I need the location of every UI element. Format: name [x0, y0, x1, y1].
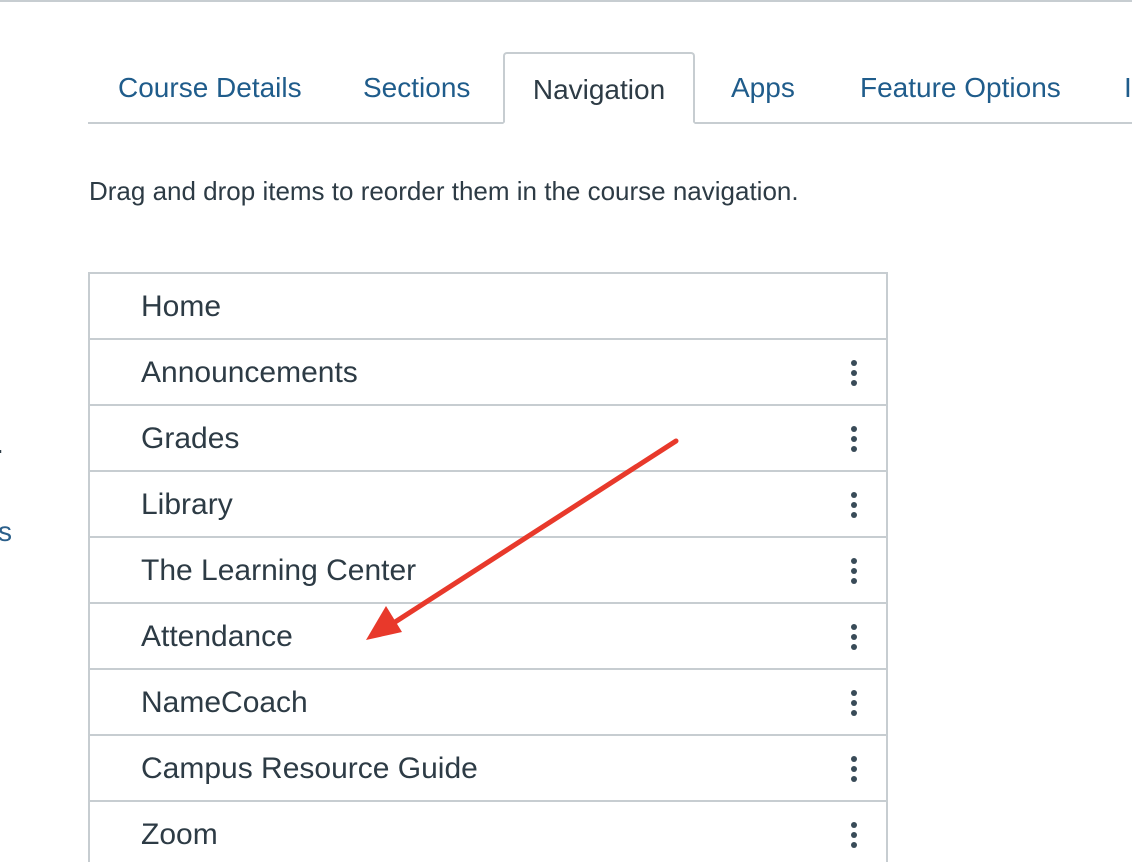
course-settings-page: . s Course Details Sections Navigation A… — [0, 0, 1132, 862]
sidebar-link-fragment[interactable]: s — [0, 518, 12, 546]
kebab-menu-icon[interactable] — [844, 818, 864, 852]
settings-tabs: Course Details Sections Navigation Apps … — [88, 52, 1132, 124]
nav-item-campus-resource-guide[interactable]: Campus Resource Guide — [90, 736, 886, 802]
nav-item-label: The Learning Center — [141, 554, 417, 587]
kebab-menu-icon[interactable] — [844, 554, 864, 588]
kebab-menu-icon[interactable] — [844, 752, 864, 786]
nav-item-label: NameCoach — [141, 686, 308, 719]
kebab-menu-icon[interactable] — [844, 422, 864, 456]
nav-item-zoom[interactable]: Zoom — [90, 802, 886, 862]
kebab-menu-icon[interactable] — [844, 488, 864, 522]
nav-item-label: Zoom — [141, 818, 218, 851]
nav-item-label: Library — [141, 488, 233, 521]
kebab-menu-icon[interactable] — [844, 686, 864, 720]
nav-item-attendance[interactable]: Attendance — [90, 604, 886, 670]
sidebar-fragment-dot: . — [0, 430, 4, 458]
kebab-menu-icon[interactable] — [844, 620, 864, 654]
nav-item-library[interactable]: Library — [90, 472, 886, 538]
tab-integrations[interactable]: I — [1124, 52, 1132, 122]
tab-sections[interactable]: Sections — [363, 52, 470, 122]
nav-item-grades[interactable]: Grades — [90, 406, 886, 472]
instructions-text: Drag and drop items to reorder them in t… — [89, 176, 799, 206]
tab-navigation[interactable]: Navigation — [503, 52, 695, 124]
tab-course-details[interactable]: Course Details — [118, 52, 302, 122]
nav-item-learning-center[interactable]: The Learning Center — [90, 538, 886, 604]
nav-item-label: Announcements — [141, 356, 358, 389]
tab-feature-options[interactable]: Feature Options — [860, 52, 1061, 122]
nav-item-label: Attendance — [141, 620, 293, 653]
nav-item-home[interactable]: Home — [90, 274, 886, 340]
tab-apps[interactable]: Apps — [731, 52, 795, 122]
nav-item-label: Campus Resource Guide — [141, 752, 478, 785]
nav-item-label: Home — [141, 290, 222, 323]
nav-item-announcements[interactable]: Announcements — [90, 340, 886, 406]
course-nav-list: Home Announcements Grades Library The Le… — [88, 272, 888, 862]
nav-item-label: Grades — [141, 422, 240, 455]
kebab-menu-icon[interactable] — [844, 356, 864, 390]
header-divider — [0, 0, 1132, 2]
nav-item-namecoach[interactable]: NameCoach — [90, 670, 886, 736]
